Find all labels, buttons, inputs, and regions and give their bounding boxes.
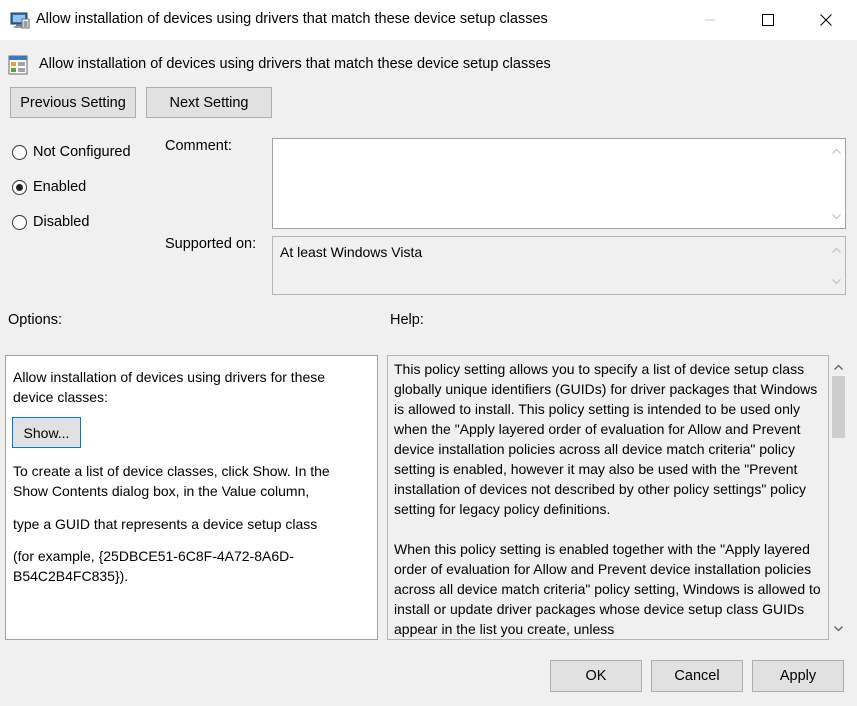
policy-setting-icon <box>8 55 28 75</box>
radio-enabled[interactable]: Enabled <box>12 179 86 195</box>
scroll-up-arrow[interactable] <box>830 358 847 375</box>
options-label: Options: <box>8 312 62 328</box>
help-scrollbar[interactable] <box>830 355 847 640</box>
radio-label: Not Configured <box>33 144 131 160</box>
options-intro: Allow installation of devices using driv… <box>13 369 326 405</box>
supported-on-value: At least Windows Vista <box>280 244 423 260</box>
ok-button[interactable]: OK <box>550 660 642 692</box>
cancel-button[interactable]: Cancel <box>651 660 743 692</box>
comment-label: Comment: <box>165 138 232 154</box>
help-label: Help: <box>390 312 424 328</box>
minimize-button[interactable] <box>681 0 739 40</box>
help-paragraph: This policy setting allows you to specif… <box>394 361 818 517</box>
chevron-up-icon <box>832 247 841 253</box>
next-setting-button[interactable]: Next Setting <box>146 87 272 118</box>
chevron-up-icon <box>834 364 843 370</box>
policy-settings-icon <box>10 12 30 29</box>
comment-scrollbar[interactable] <box>828 139 845 228</box>
radio-label: Enabled <box>33 179 87 195</box>
help-text: This policy setting allows you to specif… <box>394 359 824 639</box>
apply-button[interactable]: Apply <box>752 660 844 692</box>
radio-disabled[interactable]: Disabled <box>12 214 89 230</box>
radio-label: Disabled <box>33 214 90 230</box>
chevron-up-icon <box>832 148 841 154</box>
help-paragraph: When this policy setting is enabled toge… <box>394 541 821 637</box>
scroll-down-arrow[interactable] <box>830 620 847 637</box>
minimize-icon <box>705 19 715 21</box>
scroll-down-arrow[interactable] <box>828 208 845 225</box>
comment-textarea[interactable] <box>272 138 846 229</box>
options-guid-hint: type a GUID that represents a device set… <box>13 516 318 532</box>
chevron-down-icon <box>832 278 841 284</box>
help-panel: This policy setting allows you to specif… <box>387 355 829 640</box>
scroll-thumb[interactable] <box>832 376 845 438</box>
supported-on-scrollbar[interactable] <box>828 237 845 294</box>
radio-circle[interactable] <box>12 144 27 160</box>
options-panel: Allow installation of devices using driv… <box>5 355 378 640</box>
options-guid-example: (for example, {25DBCE51-6C8F-4A72-8A6D-B… <box>13 548 294 584</box>
radio-circle[interactable] <box>12 214 27 230</box>
window-title: Allow installation of devices using driv… <box>36 11 548 27</box>
radio-not-configured[interactable]: Not Configured <box>12 144 131 160</box>
radio-selected-dot <box>16 183 23 191</box>
scroll-down-arrow[interactable] <box>828 273 845 290</box>
chevron-down-icon <box>832 213 841 219</box>
show-button[interactable]: Show... <box>12 417 81 448</box>
supported-on-label: Supported on: <box>165 236 257 252</box>
title-bar[interactable]: Allow installation of devices using driv… <box>0 0 857 40</box>
chevron-down-icon <box>834 625 843 631</box>
scroll-up-arrow[interactable] <box>828 142 845 159</box>
close-button[interactable] <box>797 0 855 40</box>
scroll-up-arrow[interactable] <box>828 241 845 258</box>
radio-circle[interactable] <box>12 179 27 195</box>
options-instructions: To create a list of device classes, clic… <box>13 463 330 499</box>
supported-on-field[interactable]: At least Windows Vista <box>272 236 846 295</box>
policy-title: Allow installation of devices using driv… <box>39 56 551 72</box>
maximize-button[interactable] <box>739 0 797 40</box>
maximize-icon <box>762 14 774 26</box>
close-icon <box>820 14 832 26</box>
previous-setting-button[interactable]: Previous Setting <box>10 87 136 118</box>
